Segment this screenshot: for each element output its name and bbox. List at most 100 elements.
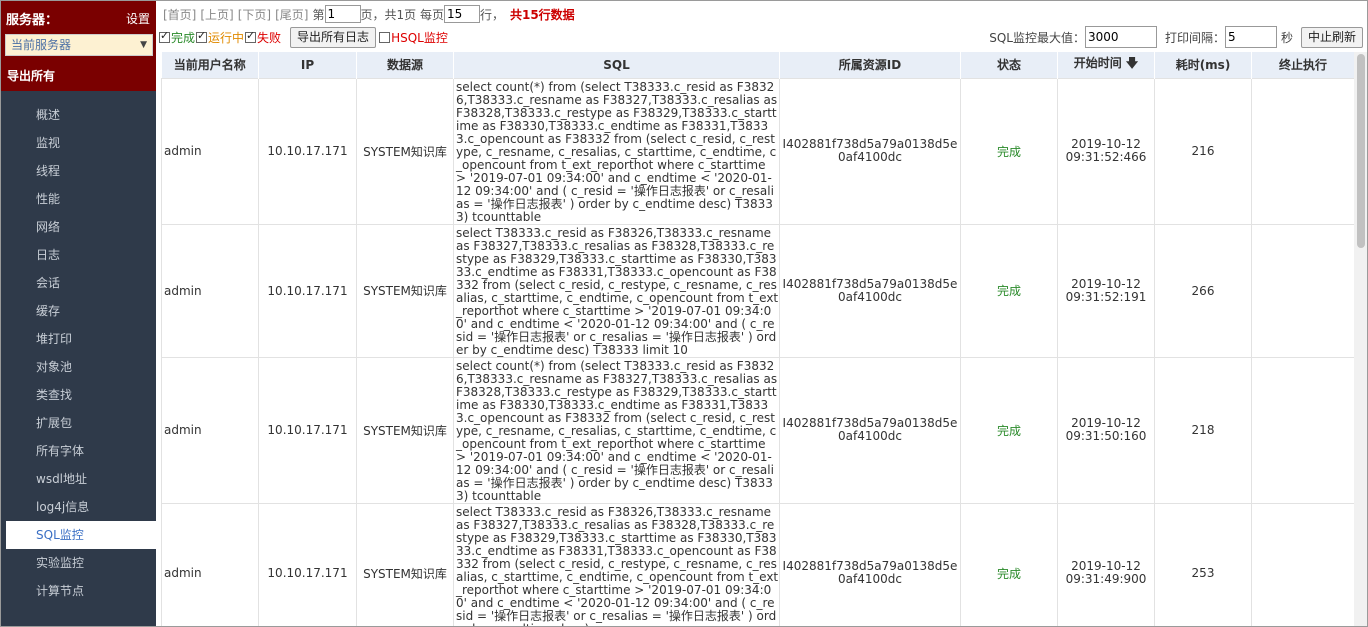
start-time: 09:31:49:900 (1065, 572, 1147, 586)
pager: [首页] [上页] [下页] [尾页] 第 页，共1页 每页 行， 共15行数据 (163, 5, 575, 23)
sidebar-item[interactable]: SQL监控 (6, 521, 156, 549)
export-log-button[interactable]: 导出所有日志 (290, 26, 377, 48)
col-ip-header[interactable]: IP (258, 52, 357, 78)
table-row: admin 10.10.17.171 SYSTEM知识库 select count(*… (161, 77, 1354, 225)
toolbar: 完成 运行中 失败 导出所有日志 HSQL监控 SQL监控最大值： 打印间隔： … (156, 25, 1367, 49)
col-datasource-header[interactable]: 数据源 (356, 52, 454, 78)
cell-sql: select T38333.c_resid as F38326,T38333.c… (453, 502, 780, 626)
cell-sql: select count(*) from (select T38333.c_re… (453, 77, 780, 225)
sort-down-icon[interactable]: 🡇 (1126, 56, 1138, 70)
export-all-link[interactable]: 导出所有 (7, 67, 55, 84)
sidebar-item[interactable]: 概述 (1, 101, 156, 129)
cell-terminate[interactable] (1251, 356, 1354, 504)
last-page-link[interactable]: [尾页] (275, 6, 308, 23)
table-row: admin 10.10.17.171 SYSTEM知识库 select T38333.… (161, 502, 1354, 626)
checkbox-unchecked-icon (379, 31, 391, 43)
next-page-link[interactable]: [下页] (238, 6, 271, 23)
sidebar-item[interactable]: wsdl地址 (1, 465, 156, 493)
running-label: 运行中 (208, 30, 245, 45)
done-checkbox[interactable]: 完成 (159, 29, 195, 46)
cell-sql: select count(*) from (select T38333.c_re… (453, 356, 780, 504)
cell-resource: I402881f738d5a79a0138d5e0af4100dc (779, 223, 961, 358)
col-cost-header[interactable]: 耗时(ms) (1154, 52, 1252, 78)
start-date: 2019-10-12 (1071, 276, 1141, 291)
sidebar-item[interactable]: 监视 (1, 129, 156, 157)
sidebar-item[interactable]: 线程 (1, 157, 156, 185)
col-start-header[interactable]: 开始时间 🡇 (1057, 52, 1155, 78)
cell-datasource: SYSTEM知识库 (356, 223, 454, 358)
done-label: 完成 (171, 30, 196, 45)
max-value-input[interactable] (1084, 26, 1157, 48)
col-user-header[interactable]: 当前用户名称 (161, 52, 259, 78)
interval-label: 打印间隔： (1164, 30, 1225, 45)
sidebar-item[interactable]: 会话 (1, 269, 156, 297)
cell-start: 2019-10-12 09:31:52:466 (1057, 77, 1155, 225)
sidebar-item[interactable]: 计算节点 (1, 577, 156, 605)
interval-input[interactable] (1224, 26, 1277, 48)
sidebar-item[interactable]: 性能 (1, 185, 156, 213)
cell-sql: select T38333.c_resid as F38326,T38333.c… (453, 223, 780, 358)
table-header-row: 当前用户名称 IP 数据源 SQL 所属资源ID 状态 开始时间 🡇 耗时(ms… (161, 52, 1354, 78)
first-page-link[interactable]: [首页] (163, 6, 196, 23)
sidebar-item[interactable]: 实验监控 (1, 549, 156, 577)
start-time: 09:31:52:466 (1065, 150, 1147, 164)
per-page-input[interactable] (443, 5, 480, 23)
cell-ip: 10.10.17.171 (258, 223, 357, 358)
sidebar-header: 服务器： 设置 当前服务器 ▼ 导出所有 (1, 1, 156, 91)
scrollbar-thumb[interactable] (1357, 54, 1365, 248)
start-time: 09:31:50:160 (1065, 429, 1147, 443)
cell-start: 2019-10-12 09:31:50:160 (1057, 356, 1155, 504)
chevron-down-icon: ▼ (140, 40, 147, 50)
cell-ip: 10.10.17.171 (258, 356, 357, 504)
server-select[interactable]: 当前服务器 ▼ (5, 34, 153, 56)
cell-user: admin (161, 502, 259, 626)
col-status-header[interactable]: 状态 (960, 52, 1058, 78)
cell-cost: 216 (1154, 77, 1252, 225)
sidebar-item[interactable]: 日志 (1, 241, 156, 269)
cell-status: 完成 (960, 223, 1058, 358)
settings-link[interactable]: 设置 (126, 10, 150, 27)
main-panel: [首页] [上页] [下页] [尾页] 第 页，共1页 每页 行， 共15行数据… (156, 1, 1367, 626)
col-resource-header[interactable]: 所属资源ID (779, 52, 961, 78)
table-body: admin 10.10.17.171 SYSTEM知识库 select count(*… (161, 77, 1354, 626)
stop-refresh-button[interactable]: 中止刷新 (1300, 26, 1363, 48)
running-checkbox[interactable]: 运行中 (196, 29, 244, 46)
cell-terminate[interactable] (1251, 502, 1354, 626)
sql-table: 当前用户名称 IP 数据源 SQL 所属资源ID 状态 开始时间 🡇 耗时(ms… (161, 52, 1354, 626)
sidebar-item[interactable]: log4j信息 (1, 493, 156, 521)
sidebar-item[interactable]: 网络 (1, 213, 156, 241)
sidebar-item[interactable]: 缓存 (1, 297, 156, 325)
per-page-suffix: 行， (479, 7, 504, 22)
cell-status: 完成 (960, 502, 1058, 626)
cell-cost: 253 (1154, 502, 1252, 626)
page-number-input[interactable] (324, 5, 361, 23)
hsql-label: HSQL监控 (391, 30, 448, 45)
cell-terminate[interactable] (1251, 223, 1354, 358)
sidebar-item[interactable]: 所有字体 (1, 437, 156, 465)
checkbox-checked-icon (196, 29, 208, 43)
sidebar-item[interactable]: 堆打印 (1, 325, 156, 353)
cell-user: admin (161, 356, 259, 504)
app-window: 服务器： 设置 当前服务器 ▼ 导出所有 概述 监视 线程 性能 网络 日志 会话 缓存 堆打印… (0, 0, 1368, 627)
table-row: admin 10.10.17.171 SYSTEM知识库 select T38333.… (161, 223, 1354, 358)
col-terminate-header[interactable]: 终止执行 (1251, 52, 1354, 78)
col-sql-header[interactable]: SQL (453, 52, 780, 78)
cell-cost: 266 (1154, 223, 1252, 358)
sidebar-item[interactable]: 扩展包 (1, 409, 156, 437)
failed-checkbox[interactable]: 失败 (245, 29, 281, 46)
page-suffix: 页，共1页 每页 (360, 7, 444, 22)
sidebar-item[interactable]: 类查找 (1, 381, 156, 409)
server-select-value: 当前服务器 (11, 38, 72, 52)
prev-page-link[interactable]: [上页] (200, 6, 233, 23)
vertical-scrollbar[interactable] (1354, 52, 1367, 626)
sql-table-wrapper: 当前用户名称 IP 数据源 SQL 所属资源ID 状态 开始时间 🡇 耗时(ms… (161, 52, 1354, 626)
sidebar: 服务器： 设置 当前服务器 ▼ 导出所有 概述 监视 线程 性能 网络 日志 会话 缓存 堆打印… (1, 1, 156, 626)
cell-status: 完成 (960, 77, 1058, 225)
cell-resource: I402881f738d5a79a0138d5e0af4100dc (779, 356, 961, 504)
interval-unit: 秒 (1280, 30, 1293, 45)
cell-resource: I402881f738d5a79a0138d5e0af4100dc (779, 77, 961, 225)
sidebar-item[interactable]: 对象池 (1, 353, 156, 381)
cell-status: 完成 (960, 356, 1058, 504)
cell-terminate[interactable] (1251, 77, 1354, 225)
hsql-checkbox[interactable]: HSQL监控 (379, 29, 448, 46)
